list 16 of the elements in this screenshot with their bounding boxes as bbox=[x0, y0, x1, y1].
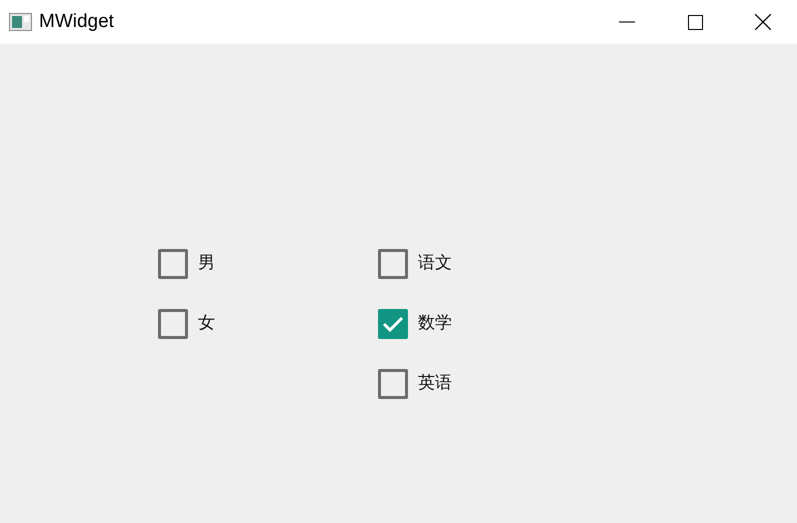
checkbox[interactable] bbox=[378, 249, 408, 279]
maximize-icon bbox=[688, 14, 702, 30]
checkbox[interactable] bbox=[378, 369, 408, 399]
checkbox[interactable] bbox=[378, 309, 408, 339]
window-title: MWidget bbox=[39, 10, 114, 34]
app-icon bbox=[9, 13, 32, 31]
checkmark-icon bbox=[382, 315, 404, 333]
checkbox-label: 男 bbox=[198, 252, 215, 276]
checkbox-label: 数学 bbox=[418, 312, 452, 336]
minimize-icon bbox=[619, 21, 635, 23]
checkbox[interactable] bbox=[158, 249, 188, 279]
checkbox[interactable] bbox=[158, 309, 188, 339]
checkbox-label: 英语 bbox=[418, 372, 452, 396]
checkbox-label: 语文 bbox=[418, 252, 452, 276]
close-icon bbox=[755, 14, 771, 30]
checkbox-label: 女 bbox=[198, 312, 215, 336]
